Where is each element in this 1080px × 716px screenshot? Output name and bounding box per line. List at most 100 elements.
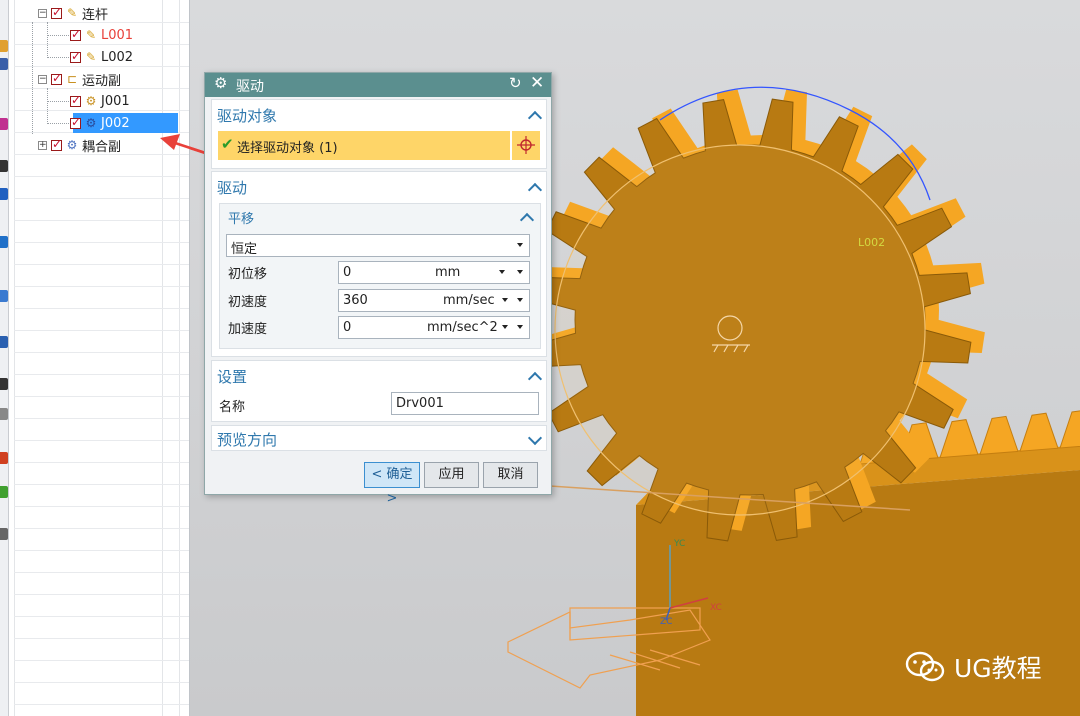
axis-z-label: ZC [660,617,672,627]
initial-displacement-label: 初位移 [228,267,268,282]
visibility-checkbox[interactable] [70,93,81,107]
section-header: 驱动对象 [217,107,278,125]
chevron-down-icon[interactable] [517,270,523,274]
cancel-button[interactable]: 取消 [483,462,538,488]
toolbar-icon[interactable] [0,408,8,420]
initial-displacement-input[interactable]: 0 mm [338,261,530,284]
expand-icon[interactable]: + [38,141,47,150]
rack-tooth [1059,410,1080,449]
watermark: UG教程 [904,647,1042,687]
collapse-icon[interactable] [520,212,534,222]
visibility-checkbox[interactable] [70,49,81,63]
chevron-down-icon [517,243,523,247]
rack-tooth [1019,412,1059,452]
toolbar-icon[interactable] [0,188,8,200]
toolbar-icon[interactable] [0,58,8,70]
tree-node-label: 运动副 [82,74,122,89]
collapse-icon[interactable]: − [38,9,47,18]
crosshair-icon [517,136,535,154]
tree-node-label: 耦合副 [82,140,122,155]
chevron-down-icon [502,298,508,302]
initial-displacement-value: 0 [343,265,352,280]
chevron-down-icon[interactable] [517,325,523,329]
initial-velocity-value: 360 [343,293,368,308]
unit-select[interactable]: mm/sec^2 [427,320,498,335]
drive-mode-select[interactable]: 恒定 [226,234,530,257]
drive-dialog: ⚙ 驱动 ↻ ✕ 驱动对象 ✔ 选择驱动对象 (1) 驱动 平移 恒定 初位移 … [204,72,552,506]
crosshair-select-button[interactable] [511,131,540,160]
toolbar-icon[interactable] [0,118,8,130]
visibility-checkbox[interactable] [70,27,81,41]
select-object-label: 选择驱动对象 (1) [237,141,338,156]
collapse-icon[interactable]: − [38,75,47,84]
toolbar-icon[interactable] [0,378,8,390]
link-icon: ✎ [85,28,97,42]
acceleration-value: 0 [343,320,352,335]
select-drive-object-field[interactable]: ✔ 选择驱动对象 (1) [218,131,510,160]
initial-velocity-input[interactable]: 360 mm/sec [338,289,530,312]
toolbar-icon[interactable] [0,160,8,172]
subsection-header: 平移 [228,212,255,227]
link-icon: ✎ [85,50,97,64]
tree-node-label: L001 [101,28,134,43]
expand-icon[interactable] [528,436,542,446]
visibility-checkbox[interactable] [70,115,81,129]
acceleration-label: 加速度 [228,322,268,337]
toolbar-icon[interactable] [0,452,8,464]
collapse-icon[interactable] [528,110,542,120]
section-header: 设置 [217,368,248,386]
apply-button[interactable]: 应用 [424,462,479,488]
visibility-checkbox[interactable] [51,71,62,85]
joint-selected-icon: ⚙ [85,116,97,130]
section-preview-direction: 预览方向 [211,425,547,451]
toolbar-icon[interactable] [0,336,8,348]
toolbar-icon[interactable] [0,236,8,248]
check-icon: ✔ [221,135,234,153]
name-value: Drv001 [396,396,444,411]
tree-node-label: L002 [101,50,134,65]
dialog-titlebar[interactable]: ⚙ 驱动 ↻ ✕ [205,73,551,97]
link-label: L002 [858,236,885,249]
name-input[interactable]: Drv001 [391,392,539,415]
tree-node-label: J002 [101,116,130,131]
rack-tooth [979,415,1019,455]
tree-node-label: J001 [101,94,130,109]
toolbar-icon[interactable] [0,40,8,52]
left-toolbar-strip [0,0,9,716]
toolbar-icon[interactable] [0,290,8,302]
link-group-icon: ✎ [66,6,78,20]
dialog-title: 驱动 [236,79,264,95]
ok-button[interactable]: < 确定 > [364,462,420,506]
reset-icon[interactable]: ↻ [509,74,522,92]
chevron-down-icon [502,325,508,329]
visibility-checkbox[interactable] [51,137,62,151]
toolbar-icon[interactable] [0,486,8,498]
drive-mode-value: 恒定 [231,242,258,257]
gear-icon: ⚙ [214,74,228,92]
pitch-circle [554,144,926,516]
tree-node-l001[interactable]: ✎ L001 [9,24,189,46]
coupler-icon: ⚙ [66,138,78,152]
toolbar-icon[interactable] [0,528,8,540]
unit-select[interactable]: mm/sec [443,293,495,308]
tree-node-l002[interactable]: ✎ L002 [9,46,189,68]
acceleration-input[interactable]: 0 mm/sec^2 [338,316,530,339]
visibility-checkbox[interactable] [51,5,62,19]
wechat-icon [905,651,945,682]
collapse-icon[interactable] [528,182,542,192]
tree-node-links[interactable]: − ✎ 连杆 [9,2,189,24]
axis-x-label: XC [710,603,722,613]
unit-select[interactable]: mm [435,265,460,280]
joint-icon: ⚙ [85,94,97,108]
collapse-icon[interactable] [528,371,542,381]
chevron-down-icon[interactable] [517,298,523,302]
tree-node-j001[interactable]: ⚙ J001 [9,90,189,112]
initial-velocity-label: 初速度 [228,295,268,310]
chevron-down-icon [499,270,505,274]
tree-node-joints[interactable]: − ⊏ 运动副 [9,68,189,90]
close-icon[interactable]: ✕ [530,73,544,93]
section-header: 驱动 [217,179,248,197]
name-label: 名称 [219,400,246,415]
section-header: 预览方向 [217,431,278,449]
motion-navigator-tree: − ✎ 连杆 ✎ L001 ✎ L002 − ⊏ 运动副 [9,0,190,716]
